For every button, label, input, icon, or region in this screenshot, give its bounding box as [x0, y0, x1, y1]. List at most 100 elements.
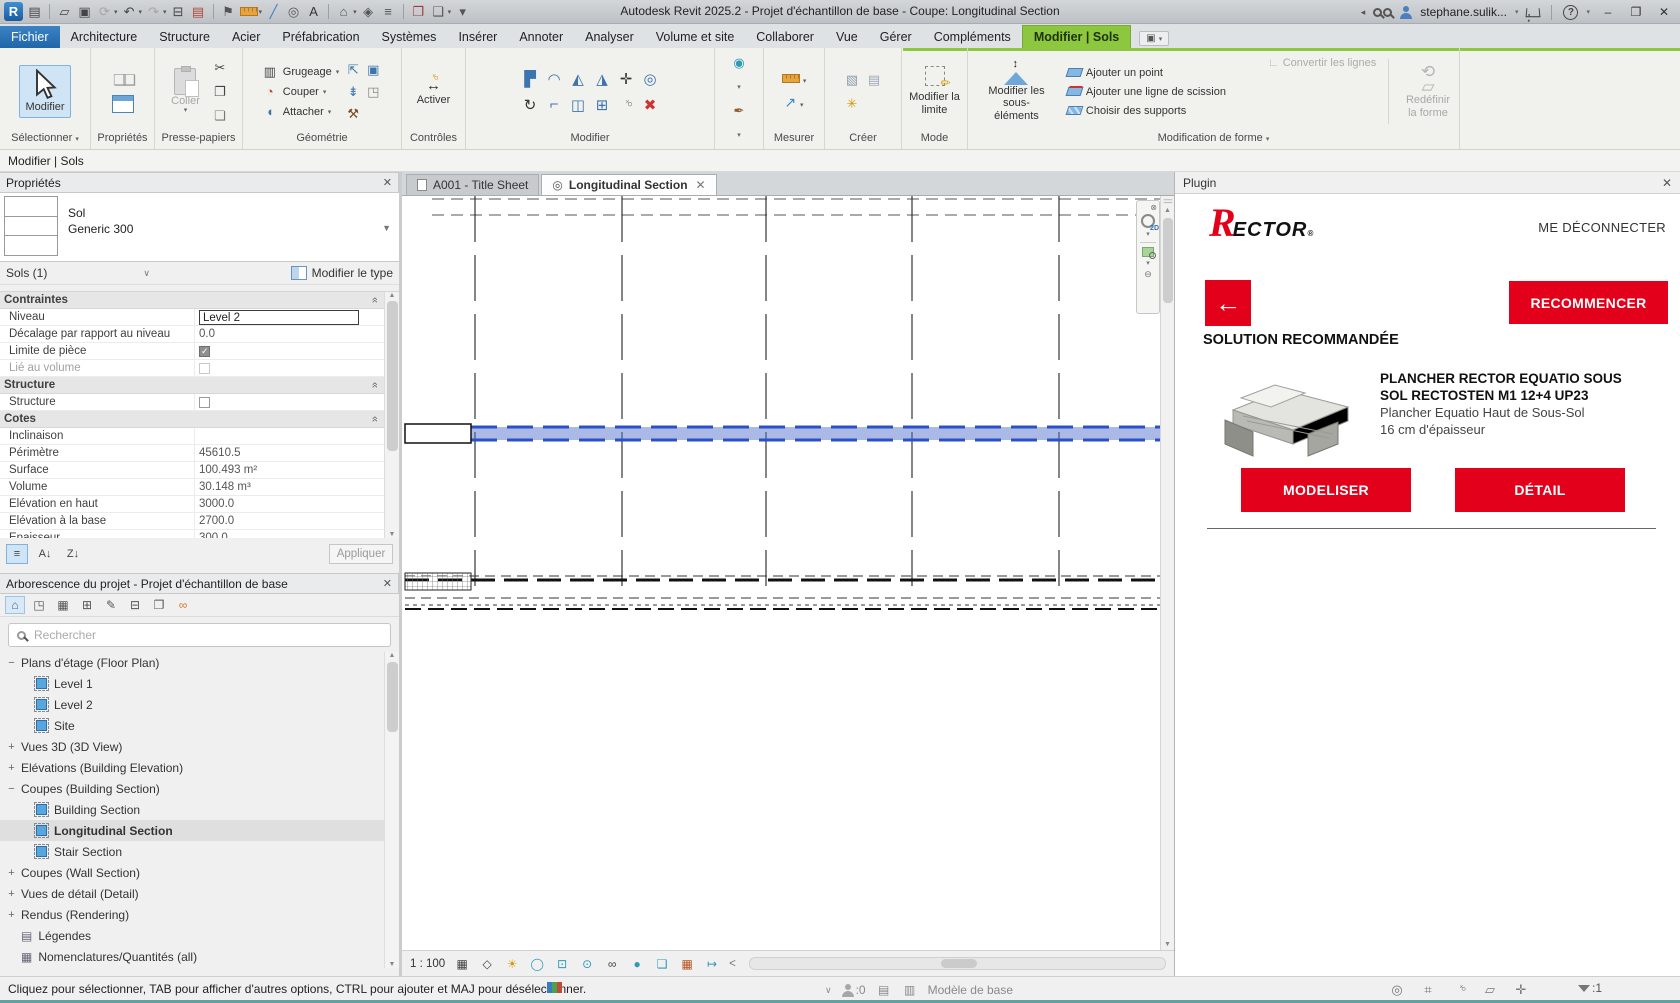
search-input[interactable] [34, 628, 382, 642]
hidden-elements-icon[interactable]: ◉ [730, 54, 748, 72]
sketch-line-icon[interactable]: ╱ [265, 3, 282, 20]
tree-item-nomenclatures-quantit-s-all-[interactable]: ▦Nomenclatures/Quantités (all) [0, 946, 399, 967]
tree-item-l-gendes[interactable]: ▤Légendes [0, 925, 399, 946]
tree-item-vues-de-d-tail-detail-[interactable]: +Vues de détail (Detail) [0, 883, 399, 904]
tree-toggle-icon[interactable]: + [6, 867, 17, 879]
ui-toggle-icon[interactable]: ▤ [26, 3, 43, 20]
type-selector-arrow[interactable]: ▼ [382, 223, 391, 233]
rotate-icon[interactable]: ↻ [521, 96, 539, 114]
ruler-icon[interactable] [782, 74, 800, 83]
tab-g-rer[interactable]: Gérer [869, 26, 923, 48]
user-menu-arrow[interactable]: ▾ [1515, 8, 1519, 16]
print-icon[interactable]: ⊟ [170, 3, 187, 20]
selected-floor-section[interactable] [471, 427, 1160, 440]
vcbar-collapse-icon[interactable]: < [729, 958, 736, 970]
align-icon[interactable]: ▛ [521, 70, 539, 88]
crop-view-icon[interactable]: ⊡ [554, 956, 570, 972]
tree-item-level-1[interactable]: Level 1 [0, 673, 399, 694]
tree-item-longitudinal-section[interactable]: Longitudinal Section [0, 820, 399, 841]
properties-close-icon[interactable]: ✕ [383, 176, 392, 189]
property-section-contraintes[interactable]: Contraintes» [0, 292, 384, 309]
edit-boundary-icon[interactable] [925, 66, 945, 86]
view-tab-close-icon[interactable]: ✕ [696, 178, 706, 192]
undo-arrow[interactable]: ▾ [139, 8, 143, 16]
tab-acier[interactable]: Acier [221, 26, 271, 48]
property-section-cotes[interactable]: Cotes» [0, 411, 384, 428]
reveal-hidden-icon[interactable]: ∞ [604, 956, 620, 972]
modify-state-chip[interactable]: ▣ ▾ [1139, 31, 1169, 46]
unjoin-icon[interactable]: ⇟ [344, 83, 362, 101]
tree-item-el-vations-building-elevation-[interactable]: +Elévations (Building Elevation) [0, 757, 399, 778]
reset-shape-button[interactable]: ⟲▱ Redéfinir la forme [1401, 61, 1455, 122]
offset-icon[interactable]: ◠ [545, 70, 563, 88]
model-button[interactable]: MODELISER [1241, 468, 1411, 512]
drawing-area[interactable]: ⊗ ▾ ▾ ⊖ [402, 196, 1160, 950]
box-select-icon[interactable]: ◳ [29, 596, 49, 614]
store-cart-icon[interactable] [1526, 8, 1541, 17]
sort-za-icon[interactable]: Z↓ [62, 544, 84, 564]
open-folder-icon[interactable]: ▱ [56, 3, 73, 20]
sun-path-icon[interactable]: ☀ [504, 956, 520, 972]
save-icon[interactable]: ▣ [76, 3, 93, 20]
navbar-close-icon[interactable]: ⊗ [1150, 203, 1157, 212]
copy-monitor-icon[interactable]: ❐ [410, 3, 427, 20]
home-icon[interactable]: ⌂ [5, 596, 25, 614]
help-menu-arrow[interactable]: ▾ [1586, 8, 1590, 16]
tree-item-vues-3d-3d-view-[interactable]: +Vues 3D (3D View) [0, 736, 399, 757]
properties-palette-icon[interactable] [112, 95, 134, 113]
edit-type-button[interactable]: Modifier le type [291, 266, 393, 280]
add-split-line-button[interactable]: Ajouter une ligne de scission [1067, 86, 1226, 98]
beam-join-icon[interactable]: ▣ [364, 61, 382, 79]
paste-button[interactable]: Coller▾ [166, 65, 205, 119]
help-icon[interactable]: ? [1563, 5, 1578, 20]
tab-pr-fabrication[interactable]: Préfabrication [271, 26, 370, 48]
sync-arrow[interactable]: ▾ [114, 8, 118, 16]
tree-toggle-icon[interactable]: − [6, 783, 17, 795]
add-point-button[interactable]: Ajouter un point [1067, 67, 1226, 79]
tree-scrollbar[interactable]: ▲▼ [384, 652, 399, 968]
tree-item-rendus-rendering-[interactable]: +Rendus (Rendering) [0, 904, 399, 925]
collapse-icon[interactable]: » [369, 382, 381, 388]
tab-modifier-sols[interactable]: Modifier | Sols [1022, 25, 1131, 48]
browser-search[interactable] [8, 623, 391, 647]
geometry-grugeage[interactable]: ▥Grugeage▾ [261, 63, 339, 81]
apply-button[interactable]: Appliquer [329, 544, 393, 564]
tree-toggle-icon[interactable]: + [6, 762, 17, 774]
tree-toggle-icon[interactable]: + [6, 888, 17, 900]
tab-structure[interactable]: Structure [148, 26, 221, 48]
restore-button[interactable]: ❐ [1626, 5, 1646, 19]
sync-icon[interactable]: ⟳ [96, 3, 113, 20]
back-button[interactable]: ← [1205, 280, 1251, 326]
tab-compl-ments[interactable]: Compléments [923, 26, 1022, 48]
horizontal-scrollbar[interactable] [749, 957, 1166, 970]
copy-icon[interactable]: ❐ [211, 83, 229, 101]
property-value-input[interactable]: Level 2 [199, 310, 359, 325]
trim-icon[interactable]: ⌐ [545, 96, 563, 114]
tree-item-coupes-building-section-[interactable]: −Coupes (Building Section) [0, 778, 399, 799]
detail-level-icon[interactable]: ▦ [454, 956, 470, 972]
collapse-icon[interactable]: » [369, 297, 381, 303]
override-graphics-icon[interactable]: ✒ [730, 102, 748, 120]
design-options-icon[interactable]: ▥ [902, 981, 918, 999]
split-panel-icon[interactable]: ⊟ [125, 596, 145, 614]
tree-item-plans-d-tage-floor-plan-[interactable]: −Plans d'étage (Floor Plan) [0, 652, 399, 673]
move-icon[interactable]: ✛ [617, 70, 635, 88]
plugin-close-icon[interactable]: ✕ [1662, 176, 1672, 190]
reveal-constraints-icon[interactable]: ▦ [679, 956, 695, 972]
array-icon[interactable]: ⊞ [593, 96, 611, 114]
select-pinned-icon[interactable]: ♀ [1446, 977, 1471, 1002]
isolate-icon[interactable]: ❏ [654, 956, 670, 972]
cut-icon[interactable]: ✂ [211, 59, 229, 77]
sheet-edit-icon[interactable]: ✎ [101, 596, 121, 614]
export-doc-icon[interactable]: ▤ [190, 3, 207, 20]
modify-sub-elements-button[interactable]: Modifier les sous-éléments [978, 58, 1055, 126]
search-icon[interactable] [1373, 8, 1392, 17]
legend-list-icon[interactable]: ▦ [53, 596, 73, 614]
manage-list-icon[interactable]: ≡ [380, 3, 397, 20]
scale-control[interactable]: 1 : 100 [410, 958, 445, 970]
tree-item-level-2[interactable]: Level 2 [0, 694, 399, 715]
filter-arrow-icon[interactable]: ∨ [143, 268, 150, 279]
navbar-collapse-icon[interactable]: ⊖ [1144, 269, 1152, 280]
tab-syst-mes[interactable]: Systèmes [371, 26, 448, 48]
mirror-draw-icon[interactable]: ◮ [593, 70, 611, 88]
